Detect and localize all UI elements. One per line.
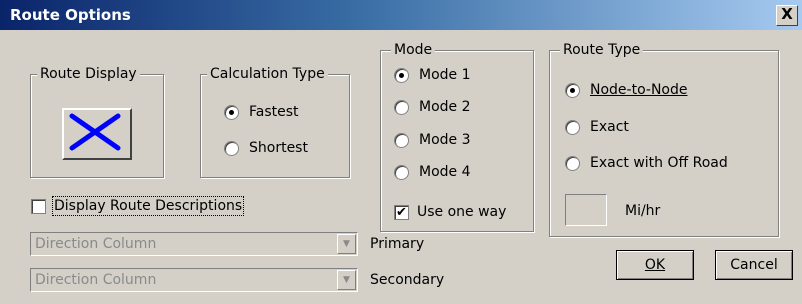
radio-mode-3[interactable]: Mode 3: [394, 132, 471, 148]
speed-input[interactable]: [565, 194, 607, 226]
window-title: Route Options: [10, 6, 131, 24]
secondary-column-select[interactable]: Direction Column ▼: [30, 268, 358, 292]
radio-exact-label: Exact: [590, 119, 629, 135]
display-route-descriptions-check[interactable]: [31, 198, 46, 214]
radio-fastest-indicator[interactable]: [224, 104, 239, 120]
primary-label: Primary: [370, 236, 425, 252]
radio-node-to-node-indicator[interactable]: [565, 82, 580, 98]
radio-exact-off-road-indicator[interactable]: [565, 155, 580, 171]
radio-fastest-label: Fastest: [249, 104, 299, 120]
chevron-down-icon[interactable]: ▼: [337, 234, 356, 254]
radio-mode-4[interactable]: Mode 4: [394, 164, 471, 180]
x-mark-icon: [69, 113, 121, 151]
route-display-label: Route Display: [37, 65, 140, 83]
cancel-button[interactable]: Cancel: [715, 250, 793, 280]
radio-mode-1[interactable]: Mode 1: [394, 67, 471, 83]
radio-exact-off-road-label: Exact with Off Road: [590, 155, 728, 171]
radio-shortest-label: Shortest: [249, 140, 308, 156]
radio-mode-2[interactable]: Mode 2: [394, 99, 471, 115]
radio-mode-2-indicator[interactable]: [394, 99, 409, 115]
calculation-type-group: Calculation Type: [200, 65, 350, 178]
display-route-descriptions-label: Display Route Descriptions: [51, 196, 245, 216]
route-type-label: Route Type: [560, 41, 644, 59]
radio-mode-3-indicator[interactable]: [394, 132, 409, 148]
secondary-column-value: Direction Column: [35, 272, 157, 288]
ok-button[interactable]: OK: [616, 250, 694, 280]
radio-exact-indicator[interactable]: [565, 119, 580, 135]
cancel-button-label: Cancel: [730, 257, 778, 273]
radio-mode-2-label: Mode 2: [419, 99, 471, 115]
radio-fastest[interactable]: Fastest: [224, 104, 299, 120]
use-one-way-checkbox[interactable]: ✔ Use one way: [394, 204, 506, 220]
radio-mode-4-indicator[interactable]: [394, 164, 409, 180]
radio-mode-4-label: Mode 4: [419, 164, 471, 180]
radio-exact[interactable]: Exact: [565, 119, 629, 135]
radio-shortest-indicator[interactable]: [224, 140, 239, 156]
radio-mode-3-label: Mode 3: [419, 132, 471, 148]
use-one-way-label: Use one way: [417, 204, 507, 220]
calculation-type-label: Calculation Type: [207, 65, 328, 83]
secondary-label: Secondary: [370, 272, 445, 288]
primary-column-select[interactable]: Direction Column ▼: [30, 232, 358, 256]
ok-button-label: OK: [644, 257, 666, 273]
radio-mode-1-label: Mode 1: [419, 67, 471, 83]
display-route-descriptions-checkbox[interactable]: Display Route Descriptions: [31, 196, 245, 216]
chevron-down-icon[interactable]: ▼: [337, 270, 356, 290]
radio-mode-1-indicator[interactable]: [394, 67, 409, 83]
radio-exact-off-road[interactable]: Exact with Off Road: [565, 155, 728, 171]
mode-label: Mode: [391, 41, 436, 59]
use-one-way-check[interactable]: ✔: [394, 204, 409, 220]
radio-shortest[interactable]: Shortest: [224, 140, 308, 156]
close-button[interactable]: X: [776, 5, 798, 26]
radio-node-to-node-label: Node-to-Node: [590, 82, 688, 98]
primary-column-value: Direction Column: [35, 236, 157, 252]
route-display-button[interactable]: [62, 108, 132, 160]
radio-node-to-node[interactable]: Node-to-Node: [565, 82, 688, 98]
speed-unit-label: Mi/hr: [625, 203, 661, 219]
title-bar[interactable]: Route Options X: [0, 0, 802, 30]
